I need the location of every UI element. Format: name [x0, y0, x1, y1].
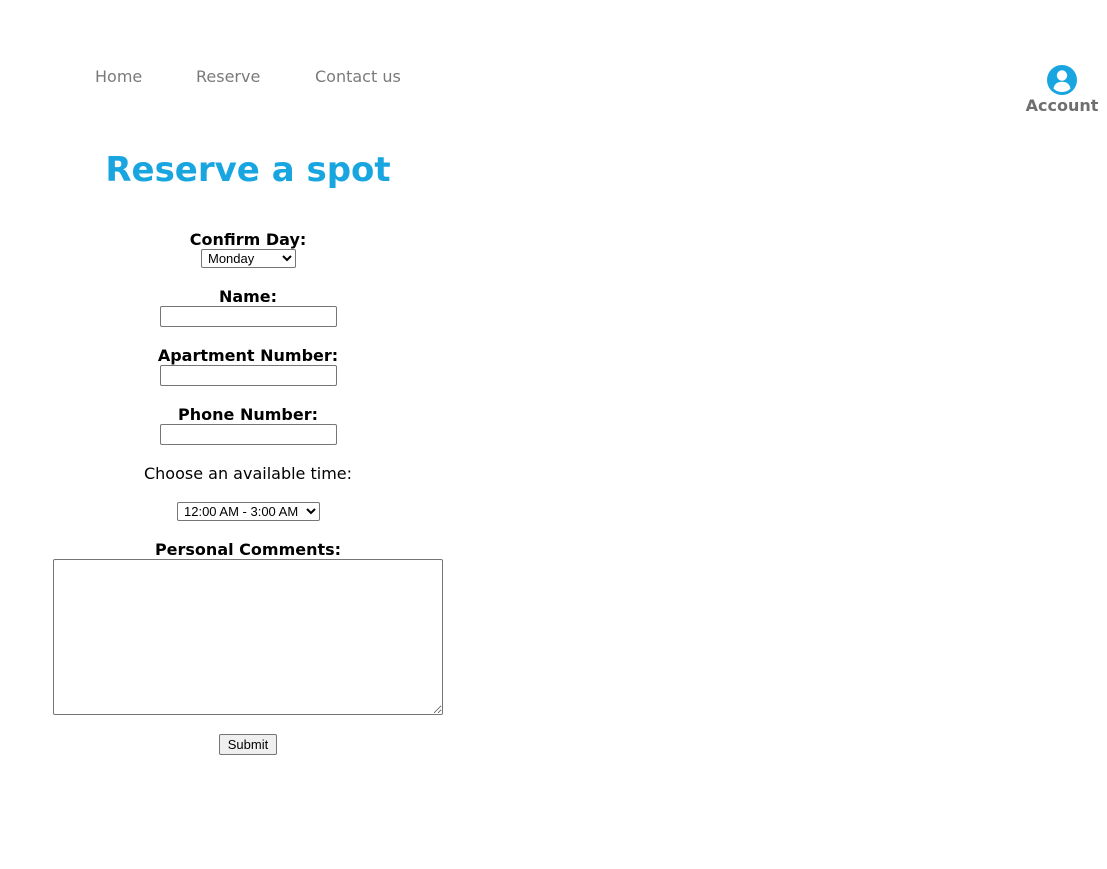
name-label: Name: — [218, 287, 278, 306]
time-label: Choose an available time: — [143, 464, 353, 483]
phone-number-field[interactable] — [160, 424, 337, 445]
page: Home Reserve Contact us Account Reserve … — [0, 0, 1107, 869]
account-button[interactable]: Account — [1022, 64, 1102, 115]
apartment-number-label: Apartment Number: — [157, 346, 339, 365]
personal-comments-label: Personal Comments: — [154, 540, 342, 559]
account-label: Account — [1025, 96, 1099, 115]
nav-contact-link[interactable]: Contact us — [315, 67, 401, 86]
apartment-number-field[interactable] — [160, 365, 337, 386]
confirm-day-label: Confirm Day: — [189, 230, 307, 249]
name-field[interactable] — [160, 306, 337, 327]
nav-home-link[interactable]: Home — [95, 67, 142, 86]
day-select[interactable]: Monday — [201, 249, 296, 268]
phone-number-label: Phone Number: — [178, 405, 318, 424]
personal-comments-textarea[interactable] — [53, 559, 443, 715]
account-circle-icon — [1047, 65, 1077, 95]
submit-button[interactable]: Submit — [219, 734, 277, 755]
page-title: Reserve a spot — [105, 150, 391, 190]
time-select[interactable]: 12:00 AM - 3:00 AM — [177, 502, 320, 521]
nav-reserve-link[interactable]: Reserve — [196, 67, 260, 86]
